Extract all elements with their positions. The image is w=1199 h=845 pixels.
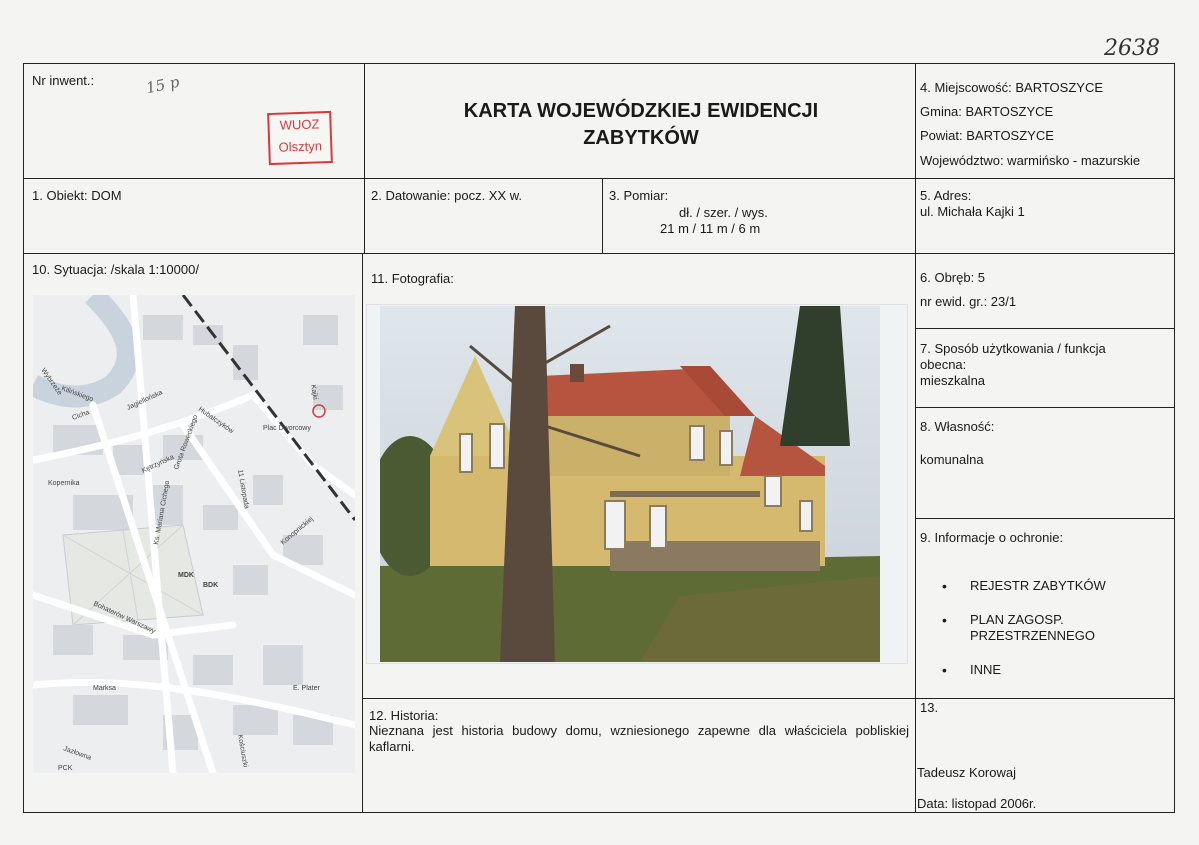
map-label: BDK	[203, 582, 218, 589]
map-graphic: Wybrzeże Kilińskiego Cicha Jagiellońska …	[33, 295, 355, 773]
precinct-field: 6. Obręb: 5	[920, 270, 986, 285]
map-label: Kopernika	[48, 480, 80, 487]
dating-field: 2. Datowanie: pocz. XX w.	[371, 188, 523, 203]
house-photo-graphic	[380, 306, 880, 662]
ownership-label: 8. Własność:	[920, 419, 995, 434]
map-label: E. Plater	[293, 685, 321, 692]
grid-v1b	[362, 253, 363, 813]
grid-h3	[915, 328, 1175, 329]
map-label: Marksa	[93, 685, 116, 692]
grid-h5	[915, 518, 1175, 519]
location-wojewodztwo: Województwo: warmińsko - mazurskie	[920, 153, 1141, 168]
address-label: 5. Adres:	[920, 188, 972, 203]
situation-label: 10. Sytuacja: /skala 1:10000/	[32, 262, 199, 277]
measurement-label: 3. Pomiar:	[609, 188, 669, 203]
address-value: ul. Michała Kajki 1	[920, 204, 1025, 219]
outer-border-top	[23, 63, 1175, 64]
grid-v2	[602, 178, 603, 253]
grid-h4	[915, 407, 1175, 408]
location-miejscowosc: 4. Miejscowość: BARTOSZYCE	[920, 80, 1104, 95]
measurement-values: 21 m / 11 m / 6 m	[660, 221, 761, 236]
grid-h2	[23, 253, 1175, 254]
object-field: 1. Obiekt: DOM	[32, 188, 122, 203]
history-label: 12. Historia:	[369, 708, 439, 723]
measurement-dims: dł. / szer. / wys.	[679, 205, 768, 220]
card-date: Data: listopad 2006r.	[917, 796, 1037, 811]
outer-border-bottom	[23, 812, 1175, 813]
protection-label: 9. Informacje o ochronie:	[920, 530, 1064, 545]
photo-label: 11. Fotografia:	[371, 271, 454, 286]
usage-label-line2: obecna:	[920, 357, 967, 372]
usage-value: mieszkalna	[920, 373, 986, 388]
history-text: Nieznana jest historia budowy domu, wzni…	[369, 723, 909, 754]
handwritten-card-number: 2638	[1104, 36, 1160, 61]
outer-border-right	[1174, 63, 1175, 813]
inventory-handwritten: 15 p	[144, 72, 181, 98]
usage-label-line1: 7. Sposób użytkowania / funkcja	[920, 341, 1106, 356]
parcel-number: nr ewid. gr.: 23/1	[920, 294, 1017, 309]
protection-item-plan: PLAN ZAGOSP.PRZESTRZENNEGO	[940, 612, 1106, 644]
situation-map: Wybrzeże Kilińskiego Cicha Jagiellońska …	[33, 295, 355, 773]
protection-item-register: REJESTR ZABYTKÓW	[940, 578, 1106, 594]
map-label: PCK	[58, 765, 73, 772]
protection-item-other: INNE	[940, 662, 1106, 678]
grid-h6	[362, 698, 1175, 699]
author-name: Tadeusz Korowaj	[917, 765, 1016, 780]
grid-v3	[915, 63, 916, 813]
inventory-label: Nr inwent.:	[32, 73, 95, 88]
wuoz-stamp: WUOZ Olsztyn	[267, 110, 333, 166]
card-title: KARTA WOJEWÓDZKIEJ EWIDENCJI ZABYTKÓW	[463, 100, 819, 149]
protection-list: REJESTR ZABYTKÓW PLAN ZAGOSP.PRZESTRZENN…	[940, 578, 1106, 696]
map-label: MDK	[178, 572, 194, 579]
outer-border-left	[23, 63, 24, 813]
author-section-label: 13.	[920, 700, 939, 715]
house-photo	[380, 306, 880, 662]
map-label: Plac Dworcowy	[263, 425, 311, 432]
ownership-value: komunalna	[920, 452, 984, 467]
location-powiat: Powiat: BARTOSZYCE	[920, 128, 1054, 143]
location-gmina: Gmina: BARTOSZYCE	[920, 104, 1054, 119]
grid-h1	[23, 178, 1175, 179]
grid-v1	[364, 63, 365, 253]
